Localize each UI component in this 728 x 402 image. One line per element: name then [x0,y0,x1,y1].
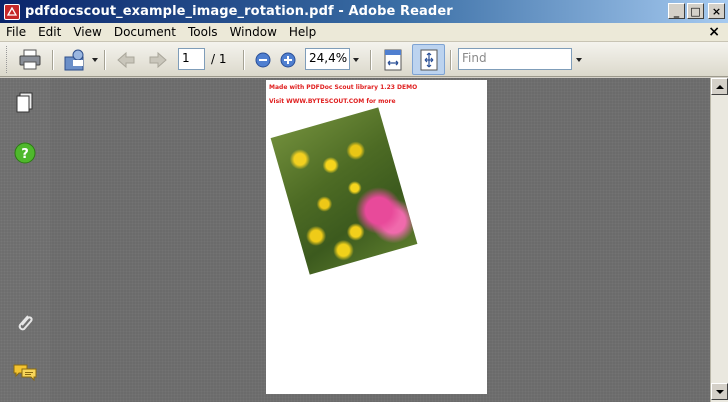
acrobat-icon [4,3,20,20]
close-button[interactable]: × [708,3,725,19]
minimize-icon: _ [673,4,680,18]
fit-page-button[interactable] [412,44,445,75]
toolbar-separator [450,50,451,70]
menu-help[interactable]: Help [283,25,322,39]
maximize-button[interactable]: □ [687,3,704,19]
document-close-button[interactable]: × [708,24,720,40]
previous-page-button[interactable] [114,48,138,72]
attachments-button[interactable] [12,310,38,336]
toolbar-separator [370,50,371,70]
toolbar-grip[interactable] [6,46,8,73]
page-total: / 1 [211,52,227,66]
menu-view[interactable]: View [67,25,107,39]
zoom-out-icon [255,52,271,68]
navigation-sidebar: ? [0,78,50,402]
close-icon: × [711,4,722,18]
rotated-flower-image [270,107,418,275]
window-title: pdfdocscout_example_image_rotation.pdf -… [25,4,453,19]
pages-button[interactable] [12,90,38,116]
menu-window[interactable]: Window [224,25,283,39]
comments-button[interactable] [12,360,38,386]
next-page-button[interactable] [146,48,170,72]
demo-watermark-line-1: Made with PDFDoc Scout library 1.23 DEMO [269,84,418,91]
paperclip-icon [18,315,33,331]
toolbar-separator [243,50,244,70]
fit-width-icon [384,49,402,71]
minimize-button[interactable]: _ [668,3,685,19]
arrow-down-icon [715,389,724,394]
demo-watermark-line-2: Visit WWW.BYTESCOUT.COM for more [269,98,396,105]
find-dropdown-icon[interactable] [576,58,582,62]
maximize-icon: □ [690,4,701,18]
menu-bar: File Edit View Document Tools Window Hel… [0,23,728,42]
toolbar-separator [104,50,105,70]
printer-icon [19,49,41,70]
previous-page-icon [117,51,135,69]
fit-page-icon [420,49,437,70]
collaborate-button[interactable] [62,47,90,73]
zoom-dropdown-icon[interactable] [353,58,359,62]
help-button[interactable]: ? [12,140,38,166]
page-number-input[interactable]: 1 [178,48,205,70]
comments-icon [13,364,37,382]
collaborate-icon [64,49,84,71]
arrow-up-icon [715,84,724,89]
menu-tools[interactable]: Tools [182,25,224,39]
scroll-up-button[interactable] [711,78,728,95]
title-bar: pdfdocscout_example_image_rotation.pdf -… [0,0,728,23]
collaborate-dropdown-icon[interactable] [92,58,98,62]
help-icon: ? [14,142,36,164]
menu-document[interactable]: Document [108,25,182,39]
document-area[interactable]: Made with PDFDoc Scout library 1.23 DEMO… [50,78,710,402]
menu-file[interactable]: File [0,25,32,39]
toolbar: 1 / 1 24,4% Find [0,42,728,77]
vertical-scrollbar[interactable] [710,78,728,402]
print-button[interactable] [16,47,44,73]
scroll-down-button[interactable] [711,383,728,400]
zoom-in-button[interactable] [278,50,298,70]
pages-icon [16,92,33,113]
next-page-icon [149,51,167,69]
toolbar-separator [52,50,53,70]
zoom-in-icon [280,52,296,68]
menu-edit[interactable]: Edit [32,25,67,39]
pdf-page[interactable]: Made with PDFDoc Scout library 1.23 DEMO… [266,80,487,394]
fit-width-button[interactable] [380,47,406,73]
zoom-out-button[interactable] [253,50,273,70]
zoom-level-input[interactable]: 24,4% [305,48,350,70]
find-input[interactable]: Find [458,48,572,70]
svg-text:?: ? [21,147,29,162]
